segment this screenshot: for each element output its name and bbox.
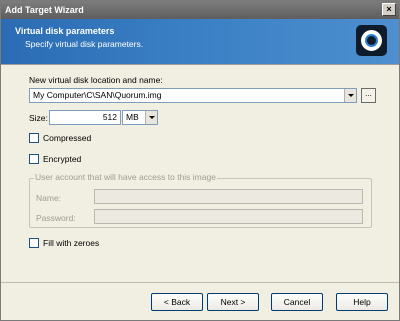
banner-title: Virtual disk parameters bbox=[15, 26, 115, 36]
size-input[interactable]: 512 bbox=[49, 110, 121, 125]
banner-divider bbox=[1, 64, 399, 65]
footer-divider bbox=[1, 282, 399, 283]
help-button[interactable]: Help bbox=[336, 293, 388, 311]
title-bar: Add Target Wizard × bbox=[1, 1, 399, 19]
password-label: Password: bbox=[36, 213, 76, 223]
name-label: Name: bbox=[36, 193, 62, 203]
fill-zeroes-checkbox[interactable] bbox=[29, 238, 39, 248]
fill-zeroes-label[interactable]: Fill with zeroes bbox=[43, 238, 99, 248]
location-value: My Computer\C\SAN\Quorum.img bbox=[33, 90, 162, 100]
user-account-group: User account that will have access to th… bbox=[29, 172, 372, 228]
size-unit-value: MB bbox=[126, 112, 139, 122]
chevron-down-icon[interactable] bbox=[344, 89, 356, 102]
browse-button[interactable]: ... bbox=[361, 88, 376, 103]
user-account-group-title: User account that will have access to th… bbox=[34, 172, 217, 182]
name-field[interactable] bbox=[94, 189, 363, 204]
header-banner: Virtual disk parameters Specify virtual … bbox=[1, 19, 399, 64]
banner-subtitle: Specify virtual disk parameters. bbox=[25, 39, 144, 49]
compressed-label[interactable]: Compressed bbox=[43, 133, 91, 143]
close-button[interactable]: × bbox=[382, 3, 396, 16]
password-field[interactable] bbox=[94, 209, 363, 224]
encrypted-label[interactable]: Encrypted bbox=[43, 154, 81, 164]
cancel-button[interactable]: Cancel bbox=[271, 293, 323, 311]
wizard-window: Add Target Wizard × Virtual disk paramet… bbox=[0, 0, 400, 321]
size-label: Size: bbox=[29, 113, 48, 123]
window-title: Add Target Wizard bbox=[5, 5, 84, 15]
chevron-down-icon[interactable] bbox=[145, 111, 157, 124]
encrypted-checkbox[interactable] bbox=[29, 154, 39, 164]
size-unit-select[interactable]: MB bbox=[122, 110, 158, 125]
browse-label: ... bbox=[365, 89, 372, 98]
location-combobox[interactable]: My Computer\C\SAN\Quorum.img bbox=[29, 88, 357, 103]
app-logo-icon bbox=[356, 25, 387, 56]
back-button[interactable]: < Back bbox=[151, 293, 203, 311]
next-button[interactable]: Next > bbox=[207, 293, 259, 311]
compressed-checkbox[interactable] bbox=[29, 133, 39, 143]
location-label: New virtual disk location and name: bbox=[29, 75, 163, 85]
close-icon: × bbox=[386, 4, 392, 14]
